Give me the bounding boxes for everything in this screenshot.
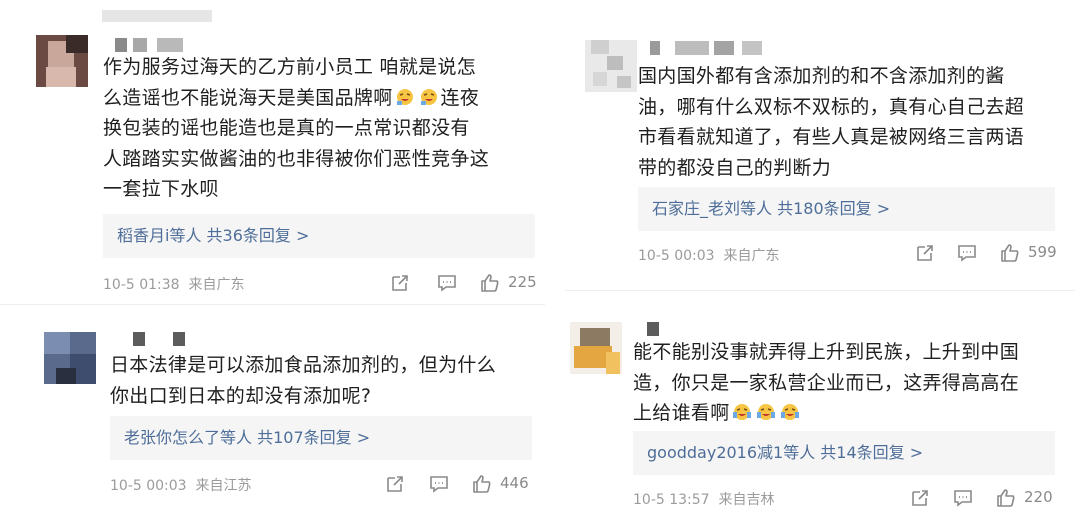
action-bar: 599 [915,241,1070,265]
divider [0,304,545,305]
comment-text: 日本法律是可以添加食品添加剂的，但为什么 你出口到日本的却没有添加呢? [110,350,540,411]
replies-link[interactable]: goodday2016减1等人 共14条回复 > [633,431,1055,475]
laughing-emoji [732,404,751,420]
comment-icon[interactable] [957,243,977,263]
replies-link[interactable]: 老张你怎么了等人 共107条回复 > [110,416,532,460]
username-blurred[interactable] [133,332,193,346]
username-blurred[interactable] [115,38,185,52]
timestamp: 10-5 00:03 [110,478,187,494]
comment-text: 作为服务过海天的乙方前小员工 咱就是说怎 么造谣也不能说海天是美国品牌啊 连夜 换… [103,52,533,205]
comment-text: 国内国外都有含添加剂的和不含添加剂的酱 油，哪有什么双标不双标的，真有心自己去超… [638,61,1068,183]
comment-line: 造，你只是一家私营企业而已，这弄得高高在 [633,371,1020,394]
avatar[interactable] [36,35,88,87]
laughing-emoji [780,404,799,420]
timestamp-location: 10-5 13:57 来自吉林 [633,489,774,509]
comment-card-4: 能不能别没事就弄得上升到民族，上升到中国 造，你只是一家私营企业而已，这弄得高高… [565,300,1075,522]
comment-card-1: 作为服务过海天的乙方前小员工 咱就是说怎 么造谣也不能说海天是美国品牌啊 连夜 换… [0,0,545,300]
avatar[interactable] [585,40,637,92]
location: 来自吉林 [718,492,775,508]
comment-line: 作为服务过海天的乙方前小员工 咱就是说怎 [103,56,477,78]
like-count: 599 [1028,243,1057,261]
action-bar: 220 [910,486,1070,510]
comment-icon[interactable] [429,474,449,494]
replies-link[interactable]: 稻香月i等人 共36条回复 > [103,214,535,258]
thumbs-up-icon[interactable] [996,488,1016,508]
timestamp: 10-5 01:38 [103,277,180,293]
location: 来自江苏 [195,478,252,494]
comment-icon[interactable] [437,273,457,293]
comment-card-2: 日本法律是可以添加食品添加剂的，但为什么 你出口到日本的却没有添加呢? 老张你怎… [0,312,545,522]
like-count: 225 [508,273,537,291]
comment-line: 一套拉下水呗 [103,178,219,200]
divider [565,290,1075,291]
comment-card-3: 国内国外都有含添加剂的和不含添加剂的酱 油，哪有什么双标不双标的，真有心自己去超… [565,15,1075,275]
laughing-emoji [396,88,413,105]
share-icon[interactable] [915,243,935,263]
comment-line: 上给谁看啊 [633,398,1063,429]
laughing-emoji [420,88,437,105]
comment-line: 么造谣也不能说海天是美国品牌啊 连夜 [103,86,480,109]
thumbs-up-icon[interactable] [480,273,500,293]
location: 来自广东 [188,277,245,293]
avatar[interactable] [44,332,96,384]
action-bar: 225 [390,271,540,295]
timestamp-location: 10-5 00:03 来自江苏 [110,475,251,495]
share-icon[interactable] [910,488,930,508]
avatar[interactable] [570,322,622,374]
comment-line: 能不能别没事就弄得上升到民族，上升到中国 [633,341,1020,363]
comment-line: 带的都没自己的判断力 [638,156,832,179]
timestamp: 10-5 13:57 [633,492,710,508]
comment-line: 人踏踏实实做酱油的也非得被你们恶性竞争这 [103,147,490,170]
username-blurred[interactable] [647,322,667,336]
timestamp: 10-5 00:03 [638,248,715,264]
comment-text: 能不能别没事就弄得上升到民族，上升到中国 造，你只是一家私营企业而已，这弄得高高… [633,337,1063,429]
share-icon[interactable] [390,273,410,293]
like-count: 446 [500,474,529,492]
replies-link[interactable]: 石家庄_老刘等人 共180条回复 > [638,187,1055,231]
top-cropped-bar [102,10,212,22]
username-blurred[interactable] [650,41,780,55]
timestamp-location: 10-5 00:03 来自广东 [638,245,779,265]
comment-line: 油，哪有什么双标不双标的，真有心自己去超 [638,95,1025,118]
comment-line: 换包装的谣也能造也是真的一点常识都没有 [103,117,470,139]
laughing-emoji [756,404,775,420]
comment-line: 市看看就知道了，有些人真是被网络三言两语 [638,126,1025,148]
like-count: 220 [1024,488,1053,506]
action-bar: 446 [385,472,535,496]
location: 来自广东 [723,248,780,264]
thumbs-up-icon[interactable] [1000,243,1020,263]
timestamp-location: 10-5 01:38 来自广东 [103,274,244,294]
comment-line: 日本法律是可以添加食品添加剂的，但为什么 [110,354,497,376]
comment-line: 你出口到日本的却没有添加呢? [110,384,372,407]
comment-line: 国内国外都有含添加剂的和不含添加剂的酱 [638,65,1005,87]
comment-icon[interactable] [953,488,973,508]
share-icon[interactable] [385,474,405,494]
thumbs-up-icon[interactable] [472,474,492,494]
